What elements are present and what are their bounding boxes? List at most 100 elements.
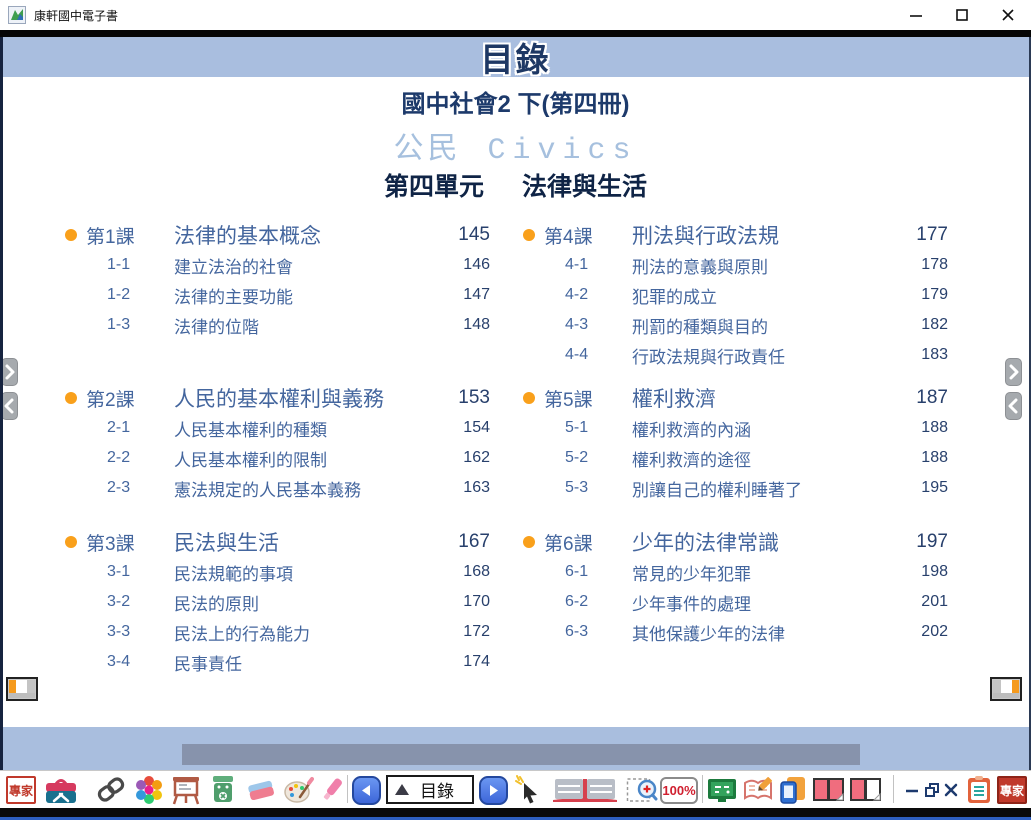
zoom-level-button[interactable]: 100% — [660, 775, 698, 805]
color-wheel-button[interactable] — [133, 775, 165, 805]
subitem-page: 174 — [440, 653, 490, 671]
window-close-button[interactable] — [985, 0, 1031, 30]
toc-subitem-row[interactable]: 3-4民事責任174 — [62, 647, 490, 677]
palette-button[interactable] — [282, 775, 314, 805]
chapter-label: 第5課 — [544, 385, 593, 412]
subitem-title: 少年事件的處理 — [632, 590, 898, 615]
subitem-number: 4-1 — [565, 256, 588, 274]
subitem-number: 3-1 — [107, 563, 130, 581]
toc-subitem-row[interactable]: 4-1刑法的意義與原則178 — [520, 250, 948, 280]
chapter-title: 權利救濟 — [632, 383, 898, 413]
subitem-title: 民法規範的事項 — [174, 560, 440, 585]
toc-subitem-row[interactable]: 1-3法律的位階148 — [62, 310, 490, 340]
chapter-bullet-icon — [65, 536, 77, 548]
page-corner-flip-right[interactable] — [990, 677, 1022, 701]
maximize-icon — [955, 8, 969, 22]
window-minimize-button[interactable] — [893, 0, 939, 30]
clipboard-button[interactable] — [965, 775, 993, 805]
toc-subitem-row[interactable]: 5-3別讓自己的權利睡著了195 — [520, 473, 948, 503]
toc-chapter-row[interactable]: 第2課人民的基本權利與義務153 — [62, 383, 490, 413]
page-corner-flip-left[interactable] — [6, 677, 38, 701]
toc-subitem-row[interactable]: 2-1人民基本權利的種類154 — [62, 413, 490, 443]
easel-icon — [170, 774, 202, 806]
toc-column-right: 第4課刑法與行政法規1774-1刑法的意義與原則1784-2犯罪的成立1794-… — [520, 220, 948, 690]
subitem-page: 179 — [898, 286, 948, 304]
subject-line: 公民 Civics — [0, 123, 1031, 168]
workbook-button[interactable] — [742, 775, 774, 805]
toc-subitem-row[interactable]: 1-1建立法治的社會146 — [62, 250, 490, 280]
chapter-block: 第5課權利救濟1875-1權利救濟的內涵1885-2權利救濟的途徑1885-3別… — [520, 383, 948, 503]
toc-subitem-row[interactable]: 6-1常見的少年犯罪198 — [520, 557, 948, 587]
link-icon — [96, 775, 126, 805]
prev-page-button[interactable] — [352, 775, 381, 805]
next-page-button[interactable] — [479, 775, 508, 805]
toc-subitem-row[interactable]: 5-1權利救濟的內涵188 — [520, 413, 948, 443]
page-selector[interactable]: 目錄 — [386, 775, 474, 804]
subitem-title: 法律的主要功能 — [174, 283, 440, 308]
chapter-bullet-icon — [523, 229, 535, 241]
toc-subitem-row[interactable]: 6-2少年事件的處理201 — [520, 587, 948, 617]
toc-subitem-row[interactable]: 4-2犯罪的成立179 — [520, 280, 948, 310]
single-page-view-button[interactable] — [849, 775, 883, 805]
expert-mode-button-right[interactable]: 專家 — [997, 775, 1027, 805]
toc-subitem-row[interactable]: 4-3刑罰的種類與目的182 — [520, 310, 948, 340]
app-close-button[interactable] — [943, 775, 959, 805]
minimize-icon — [909, 8, 923, 22]
toc-subitem-row[interactable]: 5-2權利救濟的途徑188 — [520, 443, 948, 473]
toc-subitem-row[interactable]: 3-2民法的原則170 — [62, 587, 490, 617]
cursor-tool-button[interactable] — [514, 775, 544, 805]
expert-mode-button-left[interactable]: 專家 — [6, 775, 36, 805]
chevron-right-icon — [1007, 363, 1020, 381]
toc-subitem-row[interactable]: 2-3憲法規定的人民基本義務163 — [62, 473, 490, 503]
toc-subitem-row[interactable]: 3-1民法規範的事項168 — [62, 557, 490, 587]
chevron-right-icon — [3, 363, 16, 381]
easel-button[interactable] — [170, 775, 202, 805]
chevron-left-icon — [3, 397, 16, 415]
chalkboard-button[interactable] — [706, 775, 738, 805]
devices-button[interactable] — [778, 775, 808, 805]
right-panel-next-arrow[interactable] — [1005, 358, 1022, 386]
subitem-title: 行政法規與行政責任 — [632, 343, 898, 368]
toc-chapter-row[interactable]: 第4課刑法與行政法規177 — [520, 220, 948, 250]
toc-chapter-row[interactable]: 第3課民法與生活167 — [62, 527, 490, 557]
app-restore-button[interactable] — [923, 775, 941, 805]
subitem-number: 5-1 — [565, 419, 588, 437]
window-maximize-button[interactable] — [939, 0, 985, 30]
book-title: 國中社會2 下(第四冊) — [0, 84, 1031, 119]
subitem-title: 刑法的意義與原則 — [632, 253, 898, 278]
highlighter-button[interactable] — [317, 775, 347, 805]
toc-subitem-row[interactable]: 3-3民法上的行為能力172 — [62, 617, 490, 647]
toc-subitem-row[interactable]: 2-2人民基本權利的限制162 — [62, 443, 490, 473]
unit-title: 法律與生活 — [522, 167, 647, 203]
subitem-number: 3-3 — [107, 623, 130, 641]
arrow-right-icon — [479, 776, 508, 805]
eraser-button[interactable] — [245, 775, 277, 805]
toc-subitem-row[interactable]: 4-4行政法規與行政責任183 — [520, 340, 948, 370]
toc-subitem-row[interactable]: 6-3其他保護少年的法律202 — [520, 617, 948, 647]
chapter-page: 145 — [440, 224, 490, 246]
page-content: 目錄 國中社會2 下(第四冊) 公民 Civics 第四單元 法律與生活 第1課… — [0, 37, 1031, 770]
subitem-title: 法律的位階 — [174, 313, 440, 338]
app-minimize-button[interactable] — [903, 775, 921, 805]
toolbox-button[interactable] — [44, 775, 78, 805]
eraser-icon — [245, 775, 277, 805]
right-panel-prev-arrow[interactable] — [1005, 392, 1022, 420]
subitem-page: 183 — [898, 346, 948, 364]
chapter-page: 197 — [898, 531, 948, 553]
recycle-robot-button[interactable] — [208, 775, 238, 805]
toc-subitem-row[interactable]: 1-2法律的主要功能147 — [62, 280, 490, 310]
subitem-page: 154 — [440, 419, 490, 437]
link-tool-button[interactable] — [96, 775, 126, 805]
open-book-button[interactable] — [550, 775, 620, 805]
left-panel-next-arrow[interactable] — [1, 358, 18, 386]
left-panel-prev-arrow[interactable] — [1, 392, 18, 420]
chapter-page: 153 — [440, 387, 490, 409]
toc-chapter-row[interactable]: 第6課少年的法律常識197 — [520, 527, 948, 557]
toc-chapter-row[interactable]: 第1課法律的基本概念145 — [62, 220, 490, 250]
two-page-view-button[interactable] — [812, 775, 846, 805]
toc-chapter-row[interactable]: 第5課權利救濟187 — [520, 383, 948, 413]
unit-title-line: 第四單元 法律與生活 — [0, 167, 1031, 203]
drawer-handle[interactable] — [182, 744, 860, 765]
zoom-select-button[interactable] — [626, 775, 658, 805]
bottom-black-strip — [0, 808, 1031, 817]
